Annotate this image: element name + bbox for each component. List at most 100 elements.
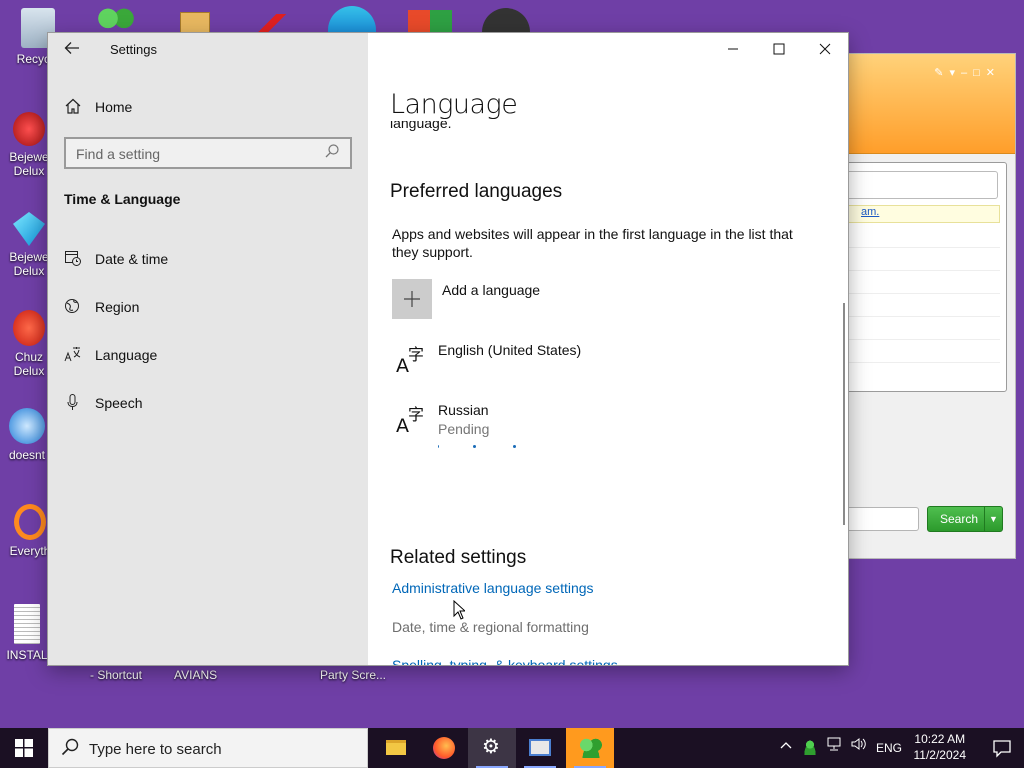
page-title: Language	[390, 89, 518, 120]
gem-icon	[13, 212, 45, 246]
desktop-icon-install[interactable]: INSTAL	[2, 604, 52, 662]
search-icon	[61, 738, 79, 761]
taskbar-file-explorer[interactable]	[372, 728, 420, 768]
window-controls	[708, 33, 848, 65]
sidebar-item-date-time[interactable]: Date & time	[64, 241, 354, 277]
firefox-icon	[433, 737, 455, 759]
sidebar-section-title: Time & Language	[64, 191, 181, 207]
mouse-cursor-icon	[453, 600, 465, 620]
sidebar-item-language[interactable]: Language	[64, 337, 354, 373]
scrollbar[interactable]	[843, 303, 845, 525]
desktop-icon-label: Chuz Delux	[13, 350, 45, 378]
titlebar: Settings	[48, 33, 368, 65]
desktop-label-avians: AVIANS	[174, 668, 218, 682]
chevron-down-icon[interactable]: ▼	[984, 507, 1002, 531]
back-arrow-icon[interactable]	[63, 39, 81, 57]
language-glyph-icon: A字	[396, 405, 425, 437]
taskbar-search-placeholder: Type here to search	[89, 741, 222, 758]
add-language-button[interactable]	[392, 279, 432, 319]
close-button[interactable]	[802, 33, 848, 65]
background-app-input[interactable]	[840, 171, 998, 199]
clipped-text: language.	[390, 121, 452, 131]
background-app-window-controls[interactable]: ✎▾–□✕	[934, 66, 1001, 79]
sidebar-item-speech[interactable]: Speech	[64, 385, 354, 421]
taskbar-settings[interactable]: ⚙	[468, 728, 516, 768]
language-item-russian[interactable]: Russian	[438, 402, 489, 418]
chuzzle-icon	[13, 310, 45, 346]
language-glyph-icon: A字	[396, 345, 425, 377]
clock-date: 11/2/2024	[913, 748, 967, 762]
taskbar-clock[interactable]: 10:22 AM 11/2/2024	[914, 731, 967, 763]
minimize-button[interactable]	[710, 33, 756, 65]
desktop-icon-label: doesnt	[8, 448, 46, 462]
preferred-languages-description: Apps and websites will appear in the fir…	[392, 226, 793, 260]
spelling-typing-keyboard-link[interactable]: Spelling, typing, & keyboard settings	[392, 657, 618, 665]
background-app-panel: am.	[839, 162, 1007, 392]
taskbar-app-window[interactable]	[516, 728, 564, 768]
search-icon[interactable]	[324, 143, 342, 161]
find-setting-search[interactable]	[64, 137, 352, 169]
language-icon	[64, 345, 82, 363]
window-title: Settings	[110, 42, 157, 57]
volume-icon[interactable]	[850, 728, 866, 768]
desktop-icon-bejeweled-2[interactable]: Bejewe Delux	[4, 112, 54, 178]
chevron-up-icon[interactable]	[780, 728, 792, 768]
background-app-window[interactable]: ✎▾–□✕ am. Search ▼	[830, 53, 1016, 559]
background-app-note-link[interactable]: am.	[840, 205, 1000, 223]
plus-icon	[403, 284, 421, 314]
sidebar-item-label: Language	[95, 347, 158, 363]
terminal-app-icon[interactable]	[482, 8, 530, 34]
people-app-icon[interactable]	[96, 8, 136, 34]
search-button-label: Search	[940, 512, 979, 526]
microphone-icon	[64, 393, 82, 411]
search-input[interactable]	[76, 145, 316, 163]
notification-icon	[993, 740, 1011, 758]
background-app-search-input[interactable]	[839, 507, 919, 531]
taskbar-people-app[interactable]	[566, 728, 614, 768]
document-icon	[14, 604, 40, 644]
background-app-list	[840, 225, 1000, 385]
system-tray: ENG	[776, 728, 906, 768]
desktop-icon-chuzzle[interactable]: Chuz Delux	[4, 310, 54, 378]
date-time-regional-formatting-link[interactable]: Date, time & regional formatting	[392, 619, 589, 635]
office-icon[interactable]	[408, 10, 452, 34]
desktop-label-shortcut: - Shortcut	[90, 668, 143, 682]
folder-app-icon[interactable]	[180, 12, 210, 34]
background-app-search-button[interactable]: Search ▼	[927, 506, 1003, 532]
language-status-pending: Pending	[438, 421, 490, 437]
input-language-indicator[interactable]: ENG	[876, 728, 902, 768]
calendar-clock-icon	[64, 249, 82, 267]
people-icon	[578, 738, 604, 758]
windows-logo-icon	[15, 739, 33, 757]
preferred-languages-heading: Preferred languages	[390, 181, 563, 202]
add-language-label[interactable]: Add a language	[442, 282, 540, 298]
home-icon	[64, 97, 82, 115]
sidebar-item-label: Home	[95, 99, 133, 115]
network-icon[interactable]	[826, 728, 842, 768]
language-item-english[interactable]: English (United States)	[438, 342, 581, 358]
notification-center-button[interactable]	[992, 738, 1012, 763]
administrative-language-settings-link[interactable]: Administrative language settings	[392, 580, 594, 596]
desktop-icon-bejeweled-deluxe[interactable]: Bejewe Delux	[4, 212, 54, 278]
people-tray-icon[interactable]	[802, 739, 818, 755]
bejeweled-icon	[13, 112, 45, 146]
edge-icon[interactable]	[328, 6, 376, 34]
desktop-label-party-screen: Party Scre...	[320, 668, 387, 682]
settings-content: Language language. Preferred languages A…	[368, 33, 848, 665]
search-app-icon	[14, 504, 46, 540]
globe-icon	[64, 297, 82, 315]
globe-app-icon	[9, 408, 45, 444]
taskbar-search-box[interactable]: Type here to search	[48, 728, 368, 768]
desktop-icon-label: Bejewe Delux	[9, 250, 49, 278]
desktop-icon-doesnt[interactable]: doesnt	[2, 408, 52, 462]
progress-dots	[438, 445, 538, 451]
maximize-button[interactable]	[756, 33, 802, 65]
taskbar-firefox[interactable]	[420, 728, 468, 768]
sidebar-item-region[interactable]: Region	[64, 289, 354, 325]
red-app-icon[interactable]	[256, 14, 286, 34]
settings-window: Settings Home Time & Language Date & tim…	[48, 33, 848, 665]
background-app-header: ✎▾–□✕	[831, 54, 1015, 154]
sidebar-item-home[interactable]: Home	[64, 89, 354, 125]
start-button[interactable]	[0, 728, 48, 768]
desktop-icon-label: INSTAL	[6, 648, 48, 662]
